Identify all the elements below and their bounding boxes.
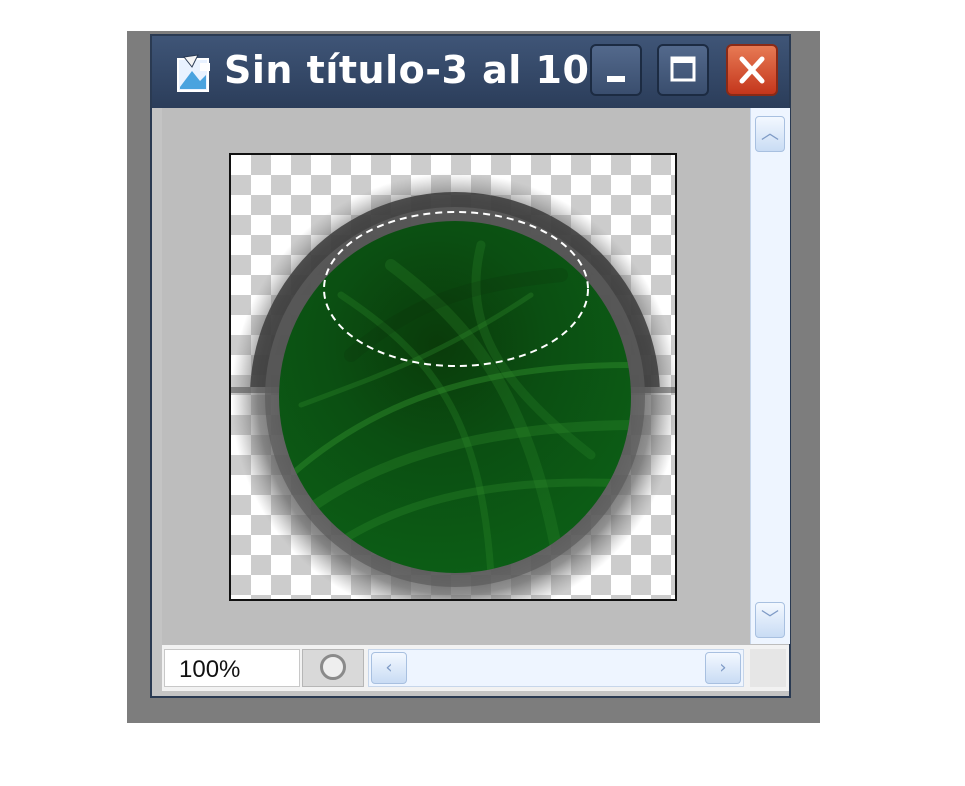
zoom-field[interactable]: 100% [164, 649, 300, 687]
title-bar[interactable]: Sin título-3 al 10... [152, 36, 789, 108]
close-icon [739, 56, 765, 84]
chevron-down-icon: ﹀ [761, 609, 779, 630]
scroll-up-button[interactable]: ︿ [755, 116, 785, 152]
scroll-right-button[interactable]: › [705, 652, 741, 684]
maximize-button[interactable] [657, 44, 709, 96]
navigator-button[interactable] [302, 649, 364, 687]
document-window: Sin título-3 al 10... ︿ ﹀ 100% ‹ › [150, 34, 791, 698]
scroll-down-button[interactable]: ﹀ [755, 602, 785, 638]
zoom-level: 100% [179, 656, 241, 683]
horizontal-scrollbar[interactable]: ‹ › [368, 649, 744, 687]
close-button[interactable] [726, 44, 778, 96]
window-title: Sin título-3 al 10... [224, 48, 635, 92]
status-bar: 100% ‹ › [162, 644, 789, 691]
image-content [231, 173, 675, 599]
chevron-right-icon: › [719, 657, 727, 678]
minimize-button[interactable] [590, 44, 642, 96]
chevron-up-icon: ︿ [761, 123, 779, 144]
chevron-left-icon: ‹ [385, 657, 393, 678]
image-canvas[interactable] [229, 153, 677, 601]
scroll-left-button[interactable]: ‹ [371, 652, 407, 684]
document-image-icon[interactable] [172, 51, 216, 95]
document-area[interactable] [162, 108, 750, 644]
navigator-icon [320, 654, 346, 680]
vertical-scrollbar[interactable]: ︿ ﹀ [750, 108, 790, 644]
minimize-icon [607, 76, 625, 82]
maximize-icon [670, 56, 696, 82]
resize-grip[interactable] [750, 649, 786, 687]
